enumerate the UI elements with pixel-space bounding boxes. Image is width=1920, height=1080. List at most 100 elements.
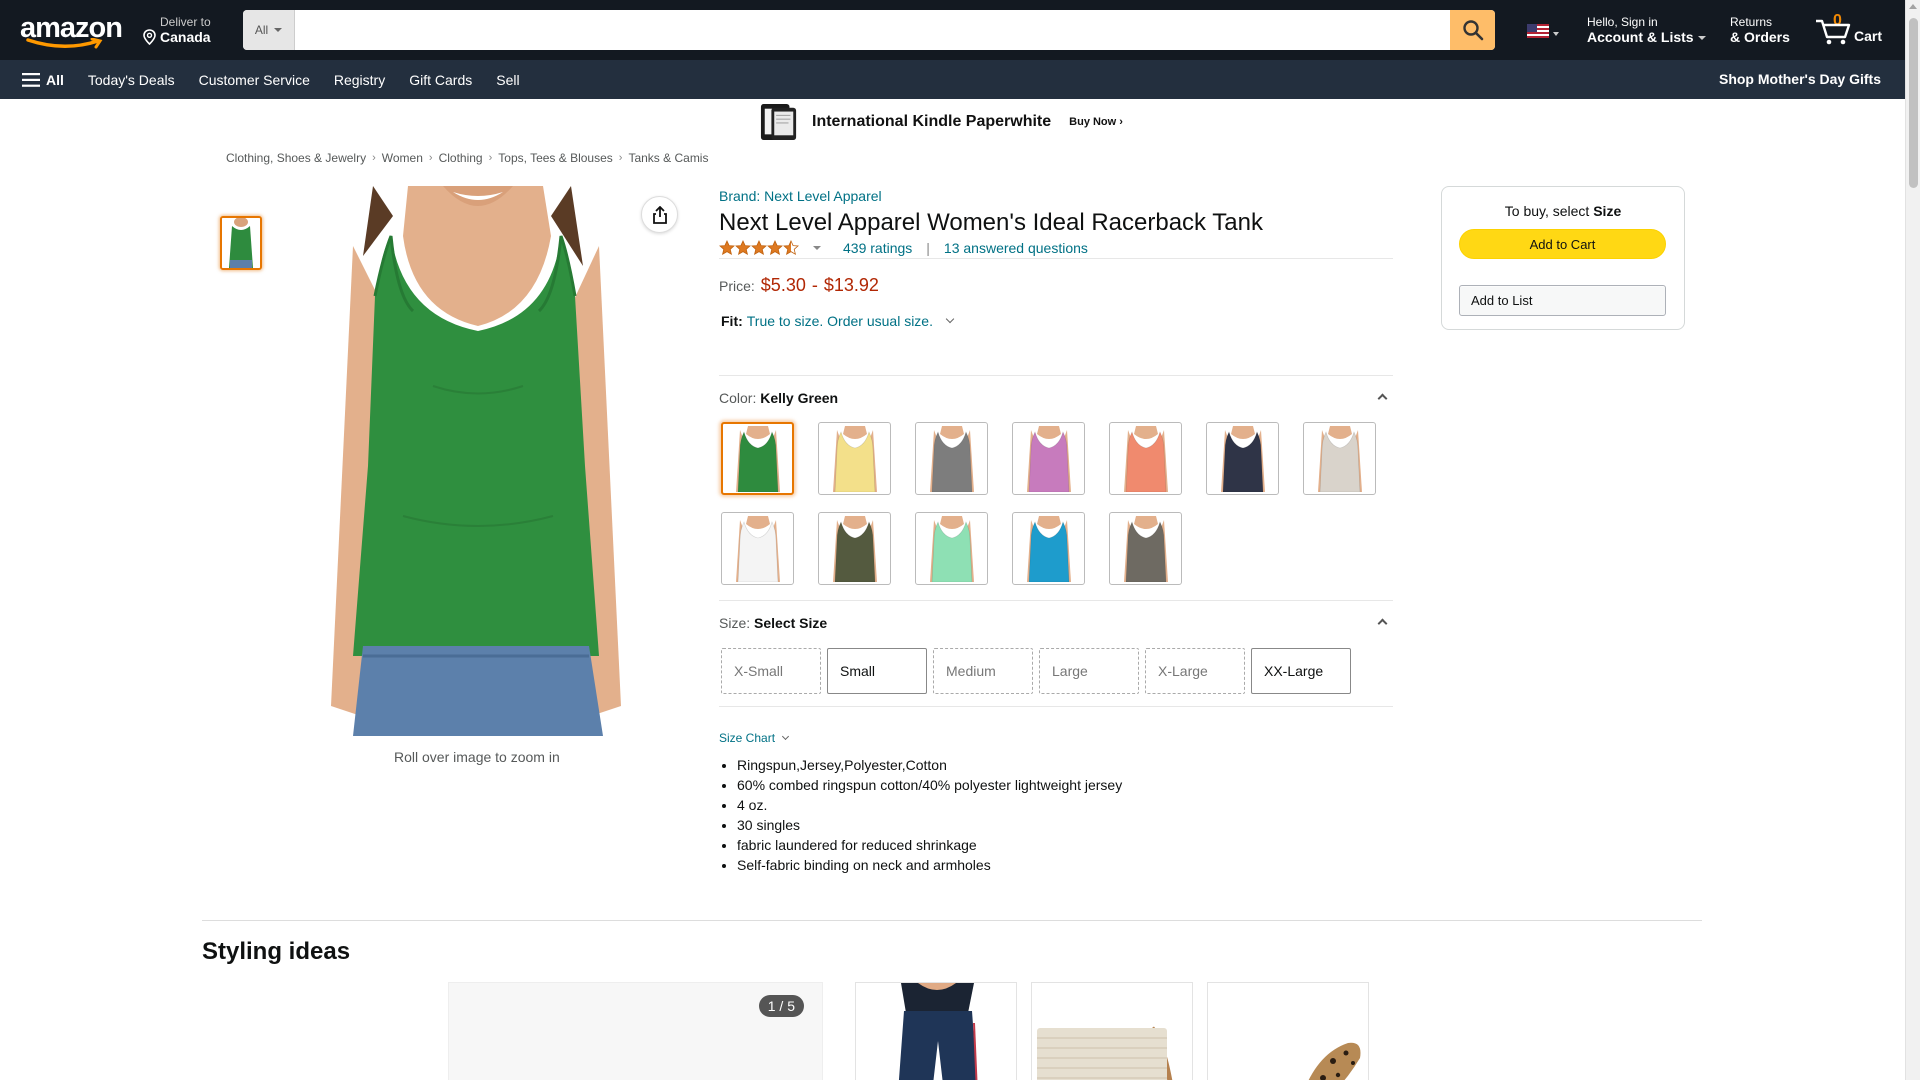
color-swatches (721, 422, 1401, 585)
buy-hint-prefix: To buy, select (1504, 203, 1590, 219)
deliver-to[interactable]: Deliver to Canada (142, 15, 211, 45)
add-to-list-button[interactable]: Add to List (1459, 285, 1666, 316)
image-thumbnail-selected[interactable] (220, 216, 262, 270)
size-option-small[interactable]: Small (827, 648, 927, 694)
size-option-x-small[interactable]: X-Small (721, 648, 821, 694)
search-input[interactable] (295, 10, 1450, 50)
buy-hint: To buy, select Size (1442, 203, 1684, 219)
nav-sell[interactable]: Sell (496, 72, 519, 88)
kindle-banner[interactable]: International Kindle Paperwhite Buy Now … (760, 101, 1123, 143)
color-swatch[interactable] (721, 512, 794, 585)
size-option-medium[interactable]: Medium (933, 648, 1033, 694)
banner-title: International Kindle Paperwhite (812, 113, 1052, 130)
breadcrumb-tanks-camis[interactable]: Tanks & Camis (628, 151, 708, 165)
ratings-count-link[interactable]: 439 ratings (843, 240, 912, 256)
returns-label: Returns (1730, 15, 1773, 29)
add-to-cart-button[interactable]: Add to Cart (1459, 229, 1666, 259)
color-swatch[interactable] (1109, 422, 1182, 495)
account-label: Account & Lists (1587, 29, 1694, 45)
language-selector[interactable] (1527, 24, 1559, 38)
breadcrumb-women[interactable]: Women (382, 151, 423, 165)
color-swatch[interactable] (1109, 512, 1182, 585)
breadcrumb: Clothing, Shoes & Jewelry › Women › Clot… (226, 151, 708, 165)
color-swatch[interactable] (915, 512, 988, 585)
account-greeting: Hello, Sign in (1587, 15, 1658, 29)
share-icon (652, 205, 667, 224)
styling-item-shoe[interactable] (1207, 982, 1369, 1080)
breadcrumb-separator-icon: › (618, 152, 623, 164)
color-swatch[interactable] (915, 422, 988, 495)
all-menu-label: All (46, 71, 64, 88)
color-swatch[interactable] (818, 512, 891, 585)
returns-orders-link[interactable]: Returns & Orders (1730, 15, 1790, 45)
us-flag-icon (1527, 24, 1549, 38)
banner-buy-now[interactable]: Buy Now › (1069, 116, 1123, 128)
kindle-device-icon (760, 103, 797, 141)
color-swatch[interactable] (721, 422, 794, 495)
color-swatch[interactable] (1303, 422, 1376, 495)
color-heading: Color: Kelly Green (719, 390, 838, 406)
search-bar: All (243, 10, 1495, 50)
tank-swatch-image (1016, 515, 1081, 582)
price-row: Price: $5.30 - $13.92 (719, 275, 879, 296)
color-label: Color: (719, 390, 757, 406)
star-rating[interactable] (719, 240, 801, 256)
nav-registry[interactable]: Registry (334, 72, 385, 88)
nav-customer-service[interactable]: Customer Service (199, 72, 310, 88)
color-swatch[interactable] (1012, 512, 1085, 585)
feature-bullet: 4 oz. (737, 795, 1122, 815)
color-swatch[interactable] (1012, 422, 1085, 495)
styling-item-jeans[interactable] (855, 982, 1017, 1080)
styling-idea-carousel[interactable]: 1 / 5 (448, 982, 823, 1080)
fit-value[interactable]: True to size. Order usual size. (747, 313, 933, 329)
account-menu[interactable]: Hello, Sign in Account & Lists (1587, 15, 1706, 45)
collapse-size-icon[interactable] (1377, 618, 1388, 629)
color-swatch[interactable] (1206, 422, 1279, 495)
fit-label: Fit: (721, 313, 743, 329)
nav-todays-deals[interactable]: Today's Deals (88, 72, 175, 88)
scroll-up-arrow-icon[interactable] (1909, 4, 1917, 9)
main-product-image[interactable] (313, 186, 639, 736)
feature-bullet: fabric laundered for reduced shrinkage (737, 835, 1122, 855)
tank-thumbnail-image (222, 218, 260, 268)
scrollbar-thumb[interactable] (1909, 18, 1918, 188)
tank-swatch-image (822, 515, 887, 582)
collapse-color-icon[interactable] (1377, 393, 1388, 404)
nav-mothers-day-promo[interactable]: Shop Mother's Day Gifts (1719, 71, 1881, 87)
chevron-down-icon[interactable] (813, 246, 821, 250)
breadcrumb-clothing-shoes-jewelry[interactable]: Clothing, Shoes & Jewelry (226, 151, 366, 165)
tank-swatch-image (725, 425, 790, 492)
share-button[interactable] (641, 196, 678, 233)
smile-icon (26, 38, 103, 49)
vertical-scrollbar[interactable] (1905, 0, 1920, 1080)
sub-navigation: All Today's Deals Customer Service Regis… (0, 60, 1905, 99)
search-category-dropdown[interactable]: All (243, 10, 295, 50)
tank-swatch-image (919, 425, 984, 492)
answered-questions-link[interactable]: 13 answered questions (944, 240, 1088, 256)
size-value: Select Size (754, 615, 828, 631)
brand-link[interactable]: Brand: Next Level Apparel (719, 188, 882, 204)
size-chart-link[interactable]: Size Chart (719, 731, 790, 745)
amazon-logo[interactable]: amazon (20, 14, 123, 49)
cart-button[interactable]: 0 Cart (1812, 10, 1884, 50)
search-button[interactable] (1450, 10, 1495, 50)
feature-bullets: Ringspun,Jersey,Polyester,Cotton 60% com… (737, 755, 1122, 875)
styling-item-bag[interactable] (1031, 982, 1193, 1080)
fit-info[interactable]: Fit: True to size. Order usual size. (721, 313, 955, 329)
nav-gift-cards[interactable]: Gift Cards (409, 72, 472, 88)
search-category-label: All (254, 23, 269, 37)
deliver-country: Canada (160, 29, 211, 45)
search-icon (1462, 20, 1483, 41)
tank-swatch-image (1113, 515, 1178, 582)
breadcrumb-tops-tees-blouses[interactable]: Tops, Tees & Blouses (498, 151, 613, 165)
size-chart-label: Size Chart (719, 731, 776, 745)
size-option-xx-large[interactable]: XX-Large (1251, 648, 1351, 694)
breadcrumb-clothing[interactable]: Clothing (439, 151, 483, 165)
tank-swatch-image (1210, 425, 1275, 492)
size-option-x-large[interactable]: X-Large (1145, 648, 1245, 694)
color-swatch[interactable] (818, 422, 891, 495)
ratings-row: 439 ratings | 13 answered questions (719, 240, 1088, 256)
all-menu-button[interactable]: All (22, 72, 64, 88)
tank-swatch-image (1016, 425, 1081, 492)
size-option-large[interactable]: Large (1039, 648, 1139, 694)
